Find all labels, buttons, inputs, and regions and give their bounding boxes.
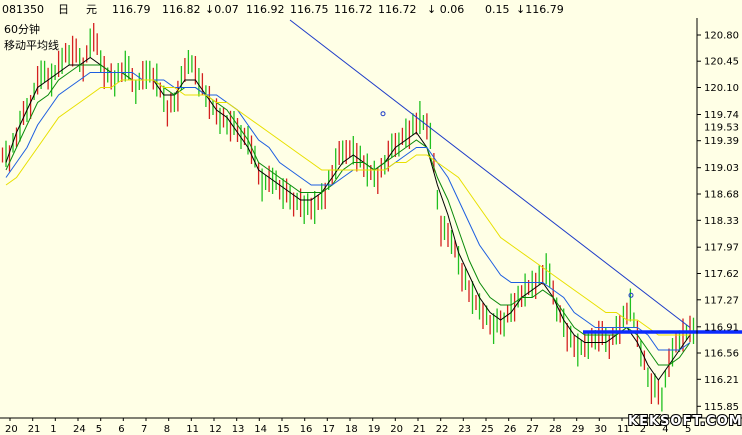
watermark-text: KEKSOFT.COM <box>628 414 742 429</box>
header-value-4: 116.72 <box>378 3 417 16</box>
header-change: ↓0.07 <box>205 3 239 16</box>
y-tick-label: 118.68 <box>704 190 739 201</box>
x-tick-label: 17 <box>322 424 335 435</box>
header-high: 116.82 <box>162 3 201 16</box>
x-tick-label: 13 <box>232 424 245 435</box>
y-tick-label: 119.03 <box>704 163 739 174</box>
x-tick-label: 5 <box>96 424 102 435</box>
x-tick-label: 14 <box>254 424 267 435</box>
y-tick-label: 116.21 <box>704 375 739 386</box>
y-tick-label: 117.97 <box>704 243 739 254</box>
x-tick-label: 21 <box>28 424 41 435</box>
y-tick-label: 119.39 <box>704 136 739 147</box>
x-tick-label: 7 <box>141 424 147 435</box>
x-tick-label: 30 <box>594 424 607 435</box>
header-period: 日 <box>58 3 69 16</box>
header-value-1: 116.92 <box>246 3 285 16</box>
x-tick-label: 22 <box>436 424 449 435</box>
x-tick-label: 18 <box>345 424 358 435</box>
x-tick-label: 25 <box>481 424 494 435</box>
x-tick-label: 26 <box>504 424 517 435</box>
x-tick-label: 28 <box>549 424 562 435</box>
y-tick-label: 119.74 <box>704 110 739 121</box>
x-tick-label: 15 <box>277 424 290 435</box>
x-tick-label: 8 <box>164 424 170 435</box>
x-tick-label: 1 <box>50 424 56 435</box>
price-chart[interactable]: 081350 日 元 116.79 116.82 ↓0.07 116.92 11… <box>0 0 742 435</box>
y-tick-label: 120.80 <box>704 31 739 42</box>
indicator-label: 移动平均线 <box>4 38 59 52</box>
chart-window: 081350 日 元 116.79 116.82 ↓0.07 116.92 11… <box>0 0 742 435</box>
header-currency: 元 <box>86 3 97 16</box>
y-tick-label: 118.33 <box>704 216 739 227</box>
header-change-2: ↓ 0.06 <box>427 3 464 16</box>
x-tick-label: 21 <box>413 424 426 435</box>
header-pct: 0.15 <box>485 3 510 16</box>
timeframe-label: 60分钟 <box>4 22 40 36</box>
y-tick-label: 115.85 <box>704 402 739 413</box>
y-axis: 120.80 120.45 120.10 119.74 119.39 119.03 118.… <box>697 31 739 413</box>
x-tick-label: 24 <box>73 424 86 435</box>
y-tick-label: 116.91 <box>704 322 739 333</box>
y-tick-label: 120.10 <box>704 83 739 94</box>
x-tick-label: 23 <box>458 424 471 435</box>
header-value-2: 116.75 <box>290 3 329 16</box>
x-tick-label: 11 <box>186 424 199 435</box>
header-open: 116.79 <box>112 3 151 16</box>
x-tick-label: 20 <box>5 424 18 435</box>
x-tick-label: 20 <box>390 424 403 435</box>
x-tick-label: 6 <box>118 424 124 435</box>
header-value-3: 116.72 <box>334 3 373 16</box>
y-current-label: 119.53 <box>704 123 739 134</box>
x-tick-label: 19 <box>368 424 381 435</box>
y-tick-label: 117.62 <box>704 269 739 280</box>
x-tick-label: 29 <box>572 424 585 435</box>
header-last: ↓116.79 <box>516 3 564 16</box>
x-tick-label: 16 <box>300 424 313 435</box>
header-code: 081350 <box>2 3 44 16</box>
y-tick-label: 120.45 <box>704 57 739 68</box>
x-tick-label: 27 <box>526 424 539 435</box>
y-tick-label: 116.56 <box>704 349 739 360</box>
y-tick-label: 117.27 <box>704 295 739 306</box>
x-tick-label: 12 <box>209 424 222 435</box>
